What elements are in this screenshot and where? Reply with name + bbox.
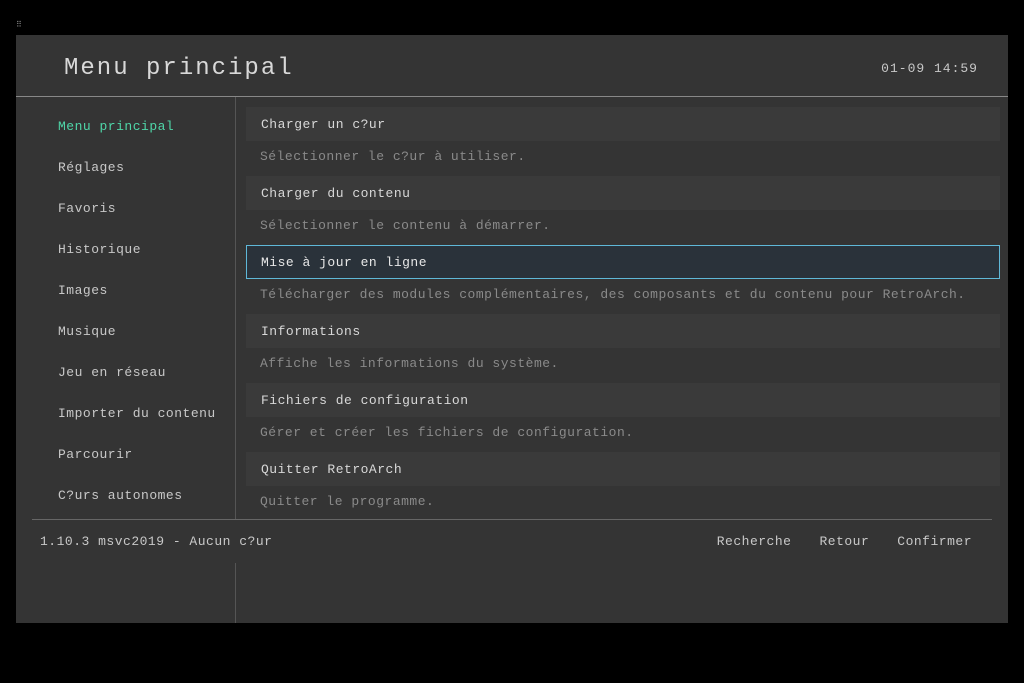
app-frame: Menu principal 01-09 14:59 Menu principa… (16, 35, 1008, 623)
menu-entry-label: Mise à jour en ligne (261, 255, 427, 270)
menu-entry-label: Fichiers de configuration (261, 393, 469, 408)
menu-entry-desc: Télécharger des modules complémentaires,… (246, 280, 1000, 312)
sidebar-item-browse[interactable]: Parcourir (16, 439, 235, 470)
sidebar-item-label: Parcourir (58, 447, 133, 462)
sidebar-item-settings[interactable]: Réglages (16, 152, 235, 183)
clock: 01-09 14:59 (881, 61, 978, 76)
sidebar-item-label: Images (58, 283, 108, 298)
menu-entry-label: Quitter RetroArch (261, 462, 402, 477)
menu-entry-load-content[interactable]: Charger du contenu (246, 176, 1000, 210)
sidebar-item-import-content[interactable]: Importer du contenu (16, 398, 235, 429)
action-search[interactable]: Recherche (717, 534, 792, 549)
sidebar-item-standalone-cores[interactable]: C?urs autonomes (16, 480, 235, 511)
menu-entry-information[interactable]: Informations (246, 314, 1000, 348)
footer: 1.10.3 msvc2019 - Aucun c?ur Recherche R… (32, 519, 992, 563)
sidebar-item-main-menu[interactable]: Menu principal (16, 111, 235, 142)
sidebar-item-label: Jeu en réseau (58, 365, 166, 380)
menu-entry-desc: Gérer et créer les fichiers de configura… (246, 418, 1000, 450)
sidebar-item-label: Importer du contenu (58, 406, 216, 421)
menu-entry-load-core[interactable]: Charger un c?ur (246, 107, 1000, 141)
sidebar-item-label: Menu principal (58, 119, 174, 134)
menu-entry-desc: Affiche les informations du système. (246, 349, 1000, 381)
menu-entry-config-files[interactable]: Fichiers de configuration (246, 383, 1000, 417)
action-confirm[interactable]: Confirmer (897, 534, 972, 549)
sidebar-item-netplay[interactable]: Jeu en réseau (16, 357, 235, 388)
sidebar-item-label: Réglages (58, 160, 124, 175)
status-text: 1.10.3 msvc2019 - Aucun c?ur (40, 534, 272, 549)
sidebar-item-label: Historique (58, 242, 141, 257)
sidebar-item-history[interactable]: Historique (16, 234, 235, 265)
menu-entry-label: Informations (261, 324, 361, 339)
footer-actions: Recherche Retour Confirmer (717, 534, 972, 549)
page-title: Menu principal (64, 55, 294, 82)
menu-entry-quit[interactable]: Quitter RetroArch (246, 452, 1000, 486)
menu-entry-online-updater[interactable]: Mise à jour en ligne (246, 245, 1000, 279)
sidebar-item-label: Favoris (58, 201, 116, 216)
sidebar-item-label: C?urs autonomes (58, 488, 183, 503)
sidebar-item-music[interactable]: Musique (16, 316, 235, 347)
menu-entry-label: Charger du contenu (261, 186, 410, 201)
sidebar-item-images[interactable]: Images (16, 275, 235, 306)
menu-entry-desc: Quitter le programme. (246, 487, 1000, 519)
sidebar-item-label: Musique (58, 324, 116, 339)
header: Menu principal 01-09 14:59 (16, 35, 1008, 97)
menu-entry-desc: Sélectionner le c?ur à utiliser. (246, 142, 1000, 174)
menu-entry-label: Charger un c?ur (261, 117, 386, 132)
menu-entry-desc: Sélectionner le contenu à démarrer. (246, 211, 1000, 243)
action-back[interactable]: Retour (819, 534, 869, 549)
sidebar-item-favorites[interactable]: Favoris (16, 193, 235, 224)
window-drag-handle: ⠿ (16, 20, 23, 30)
